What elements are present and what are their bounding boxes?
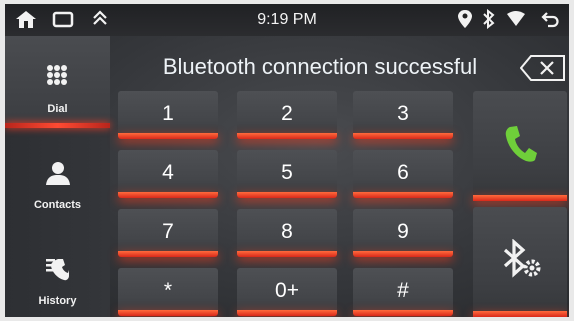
key-5[interactable]: 5 xyxy=(237,150,337,198)
wifi-icon xyxy=(506,10,526,33)
key-8[interactable]: 8 xyxy=(237,209,337,257)
status-bar: 9:19 PM xyxy=(5,4,569,36)
key-4[interactable]: 4 xyxy=(118,150,218,198)
sidebar-item-contacts[interactable]: Contacts xyxy=(5,132,110,224)
location-icon xyxy=(457,9,473,34)
sidebar: Dial Contacts History xyxy=(5,36,110,317)
backspace-icon[interactable] xyxy=(519,55,566,81)
bluetooth-settings-button[interactable] xyxy=(473,207,567,317)
key-hash[interactable]: # xyxy=(353,268,453,316)
sidebar-item-label: History xyxy=(38,295,77,307)
key-9[interactable]: 9 xyxy=(353,209,453,257)
connection-status-message: Bluetooth connection successful xyxy=(162,54,478,79)
sidebar-item-label: Contacts xyxy=(33,199,82,211)
key-1[interactable]: 1 xyxy=(118,91,218,139)
back-icon[interactable] xyxy=(540,9,560,34)
person-icon xyxy=(45,160,71,191)
bluetooth-settings-icon xyxy=(499,238,543,284)
sidebar-item-history[interactable]: History xyxy=(5,228,110,317)
bluetooth-icon xyxy=(480,8,498,34)
sidebar-item-dial[interactable]: Dial xyxy=(5,36,110,128)
key-6[interactable]: 6 xyxy=(353,150,453,198)
key-3[interactable]: 3 xyxy=(353,91,453,139)
dialpad-icon xyxy=(46,64,68,93)
call-button[interactable] xyxy=(473,91,567,201)
key-star[interactable]: * xyxy=(118,268,218,316)
head-unit-screen: 9:19 PM Dial Contacts History Bluetooth … xyxy=(5,4,569,317)
key-7[interactable]: 7 xyxy=(118,209,218,257)
sidebar-item-label: Dial xyxy=(47,103,68,115)
call-history-icon xyxy=(45,256,71,287)
key-0-plus[interactable]: 0+ xyxy=(237,268,337,316)
phone-icon xyxy=(504,125,538,168)
key-2[interactable]: 2 xyxy=(237,91,337,139)
